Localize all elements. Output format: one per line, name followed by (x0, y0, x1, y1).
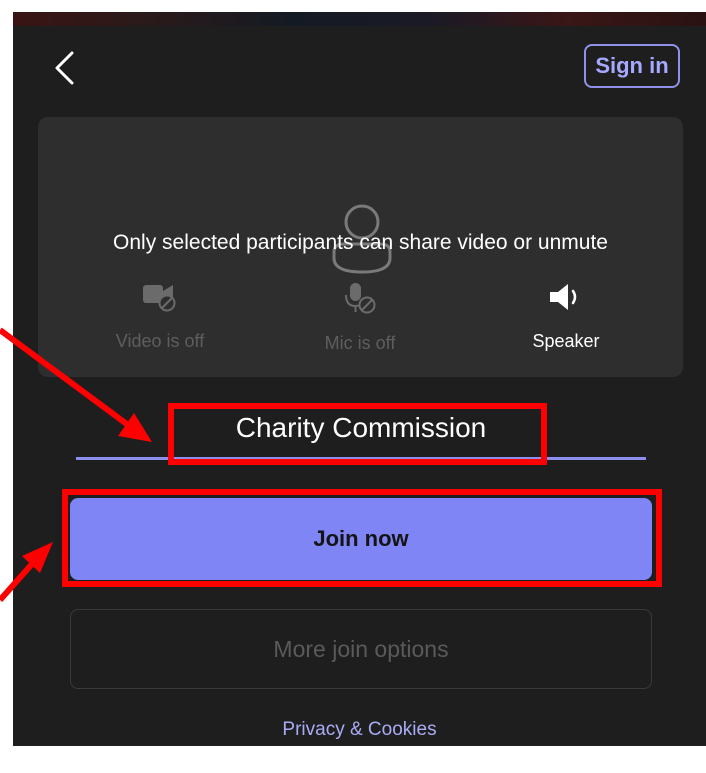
arrow-to-name-field (0, 327, 152, 442)
annotation-arrows (0, 327, 152, 602)
arrow-to-join-button (0, 542, 53, 602)
